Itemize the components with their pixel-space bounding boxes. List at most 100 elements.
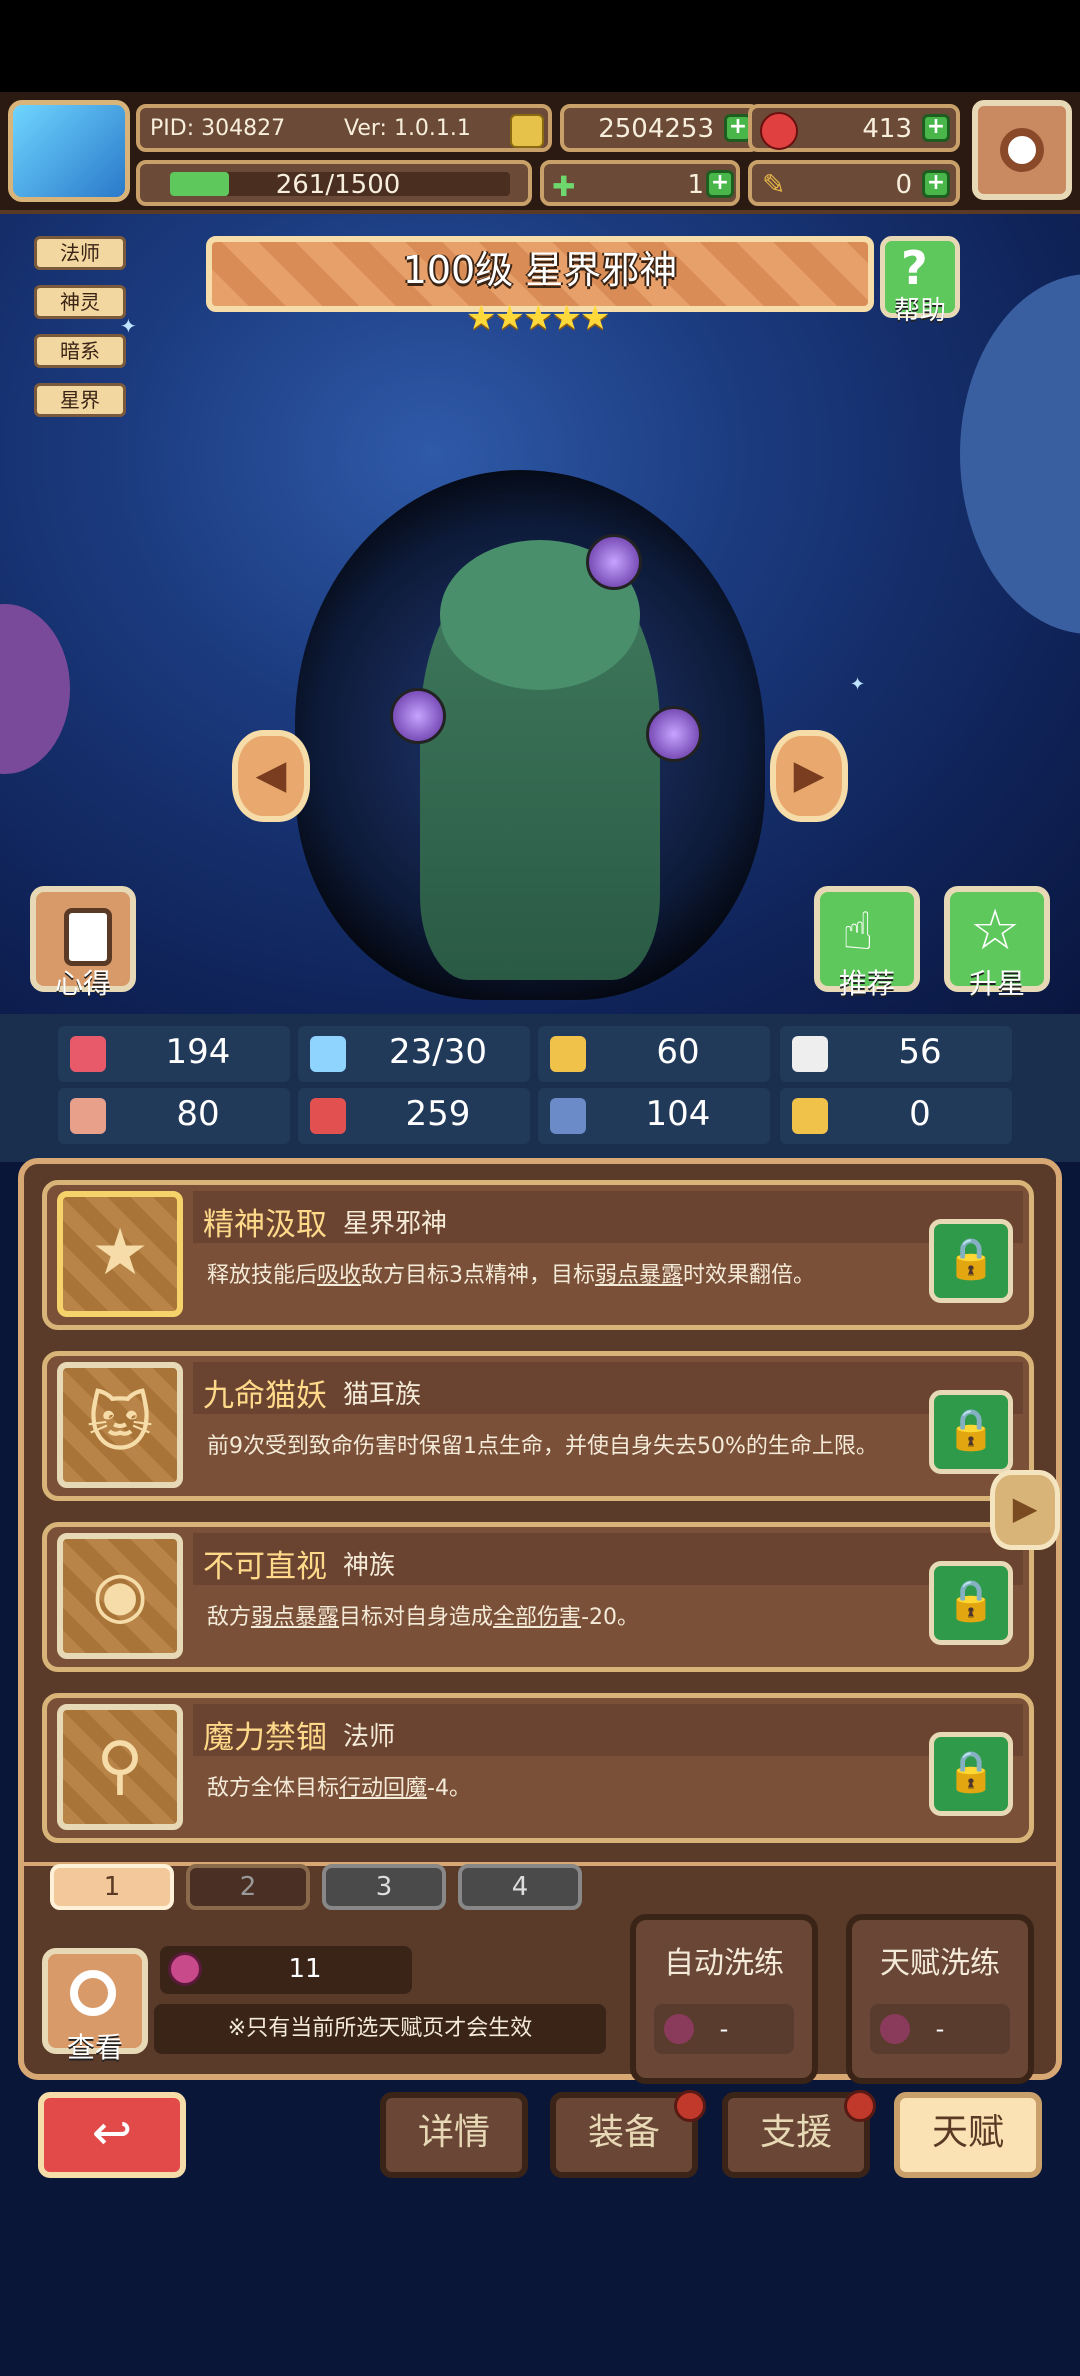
ticket-panel: ✎ 0 + <box>748 160 960 206</box>
back-button[interactable]: ↩ <box>38 2092 186 2178</box>
talent-source: 猫耳族 <box>343 1380 422 1410</box>
ticket-icon: ✎ <box>762 168 786 201</box>
add-gems-button[interactable]: + <box>922 114 950 142</box>
class-tag: 神灵 <box>34 285 126 319</box>
description-text: 敌方 <box>207 1605 252 1630</box>
talent-wash-value: - <box>935 2015 945 2043</box>
talent-wash-slot: - <box>870 2004 1010 2054</box>
stat-value: 60 <box>656 1032 700 1072</box>
notice-text: ※只有当前所选天赋页才会生效 <box>154 2004 606 2054</box>
talent-page-tab-1[interactable]: 1 <box>50 1864 174 1910</box>
description-text: 时效果翻倍。 <box>683 1263 816 1288</box>
cat-icon-glyph: 🐱 <box>86 1387 154 1461</box>
stat-value: 80 <box>176 1094 220 1134</box>
book-icon <box>310 1098 346 1134</box>
talent-source: 星界邪神 <box>343 1209 448 1239</box>
lock-button[interactable]: 🔒 <box>929 1390 1013 1474</box>
previous-hero-button[interactable]: ◀ <box>232 730 310 822</box>
staff-icon: ⚲ <box>57 1704 183 1830</box>
wing-icon <box>792 1036 828 1072</box>
boot-icon <box>550 1098 586 1134</box>
essence-icon <box>880 2014 910 2044</box>
talent-wash-label: 天赋洗练 <box>880 1946 1000 1981</box>
notification-dot <box>674 2090 706 2122</box>
lock-button[interactable]: 🔒 <box>929 1732 1013 1816</box>
expand-arrow-button[interactable]: ▶ <box>990 1470 1060 1550</box>
stat-value: 23/30 <box>389 1032 487 1072</box>
talent-wash-button[interactable]: 天赋洗练 - <box>846 1914 1034 2084</box>
energy-panel: 261/1500 <box>136 160 532 206</box>
talent-description: 释放技能后吸收敌方目标3点精神，目标弱点暴露时效果翻倍。 <box>207 1257 897 1289</box>
clover-panel: ✚ 1 + <box>540 160 740 206</box>
scroll-icon <box>64 908 112 966</box>
coin-icon <box>510 114 544 148</box>
add-clover-button[interactable]: + <box>706 170 734 198</box>
stat-cell: 259 <box>298 1088 530 1144</box>
settings-button[interactable] <box>972 100 1072 200</box>
talent-name: 精神汲取 <box>203 1207 327 1243</box>
nav-details-button[interactable]: 详情 <box>380 2092 528 2178</box>
blue-planet <box>960 274 1080 634</box>
class-tag: 法师 <box>34 236 126 270</box>
magnifier-icon <box>70 1970 116 2016</box>
talent-description: 敌方弱点暴露目标对自身造成全部伤害-20。 <box>207 1599 897 1631</box>
stat-cell: 80 <box>58 1088 290 1144</box>
question-icon: ? <box>901 241 928 295</box>
description-text: 目标对自身造成 <box>339 1605 494 1630</box>
talent-name: 魔力禁锢 <box>203 1720 327 1756</box>
talent-page-tab-4[interactable]: 4 <box>458 1864 582 1910</box>
water-drop-icon <box>310 1036 346 1072</box>
talent-card[interactable]: ★ 精神汲取 星界邪神释放技能后吸收敌方目标3点精神，目标弱点暴露时效果翻倍。 🔒 <box>42 1180 1034 1330</box>
talent-header: 九命猫妖 猫耳族 <box>193 1362 1023 1414</box>
stat-value: 56 <box>898 1032 942 1072</box>
stat-value: 104 <box>645 1094 711 1134</box>
keyword-link[interactable]: 全部伤害 <box>493 1605 581 1630</box>
description-text: -4。 <box>427 1776 471 1801</box>
ticket-value: 0 <box>895 170 912 200</box>
nav-talent-button[interactable]: 天赋 <box>894 2092 1042 2178</box>
next-hero-button[interactable]: ▶ <box>770 730 848 822</box>
help-label: 帮助 <box>893 296 946 326</box>
gem-icon <box>760 112 798 150</box>
keyword-link[interactable]: 弱点暴露 <box>595 1263 683 1288</box>
view-label: 查看 <box>66 2031 123 2064</box>
stat-value: 0 <box>909 1094 931 1134</box>
clover-icon: ✚ <box>552 170 576 203</box>
keyword-link[interactable]: 吸收 <box>317 1263 361 1288</box>
auto-wash-button[interactable]: 自动洗练 - <box>630 1914 818 2084</box>
gear-icon <box>1000 128 1044 172</box>
orb-icon <box>646 706 702 762</box>
version-text: Ver: 1.0.1.1 <box>344 116 471 141</box>
gems-panel: 413 + <box>748 104 960 152</box>
keyword-link[interactable]: 行动回魔 <box>339 1776 427 1801</box>
talent-header: 魔力禁锢 法师 <box>193 1704 1023 1756</box>
star-icon-glyph: ★ <box>91 1216 149 1290</box>
avatar[interactable] <box>8 100 130 202</box>
talent-card[interactable]: 🐱 九命猫妖 猫耳族前9次受到致命伤害时保留1点生命，并使自身失去50%的生命上限。… <box>42 1351 1034 1501</box>
class-tag: 暗系 <box>34 334 126 368</box>
recommend-label: 推荐 <box>838 967 895 1000</box>
essence-panel: 11 <box>160 1946 412 1994</box>
talent-description: 前9次受到致命伤害时保留1点生命，并使自身失去50%的生命上限。 <box>207 1428 897 1460</box>
star-icon: ★ <box>57 1191 183 1317</box>
essence-icon <box>168 1952 202 1986</box>
talent-page-tab-3[interactable]: 3 <box>322 1864 446 1910</box>
lock-button[interactable]: 🔒 <box>929 1219 1013 1303</box>
keyword-link[interactable]: 弱点暴露 <box>251 1605 339 1630</box>
auto-wash-value: - <box>719 2015 729 2043</box>
stat-value: 259 <box>405 1094 471 1134</box>
talent-page-tab-2[interactable]: 2 <box>186 1864 310 1910</box>
add-ticket-button[interactable]: + <box>922 170 950 198</box>
status-bar <box>0 0 1080 92</box>
star-icon: ☆ <box>970 898 1021 963</box>
thumbs-up-icon: ☝ <box>842 902 874 962</box>
class-tag: 星界 <box>34 383 126 417</box>
notes-label: 心得 <box>54 967 111 1000</box>
lock-button[interactable]: 🔒 <box>929 1561 1013 1645</box>
talent-card[interactable]: ⚲ 魔力禁锢 法师 敌方全体目标行动回魔-4。 🔒 <box>42 1693 1034 1843</box>
stat-value: 194 <box>165 1032 231 1072</box>
auto-wash-slot: - <box>654 2004 794 2054</box>
clover-value: 1 <box>687 170 704 200</box>
energy-value: 261/1500 <box>275 170 401 200</box>
talent-card[interactable]: ◉ 不可直视 神族 敌方弱点暴露目标对自身造成全部伤害-20。 🔒 <box>42 1522 1034 1672</box>
